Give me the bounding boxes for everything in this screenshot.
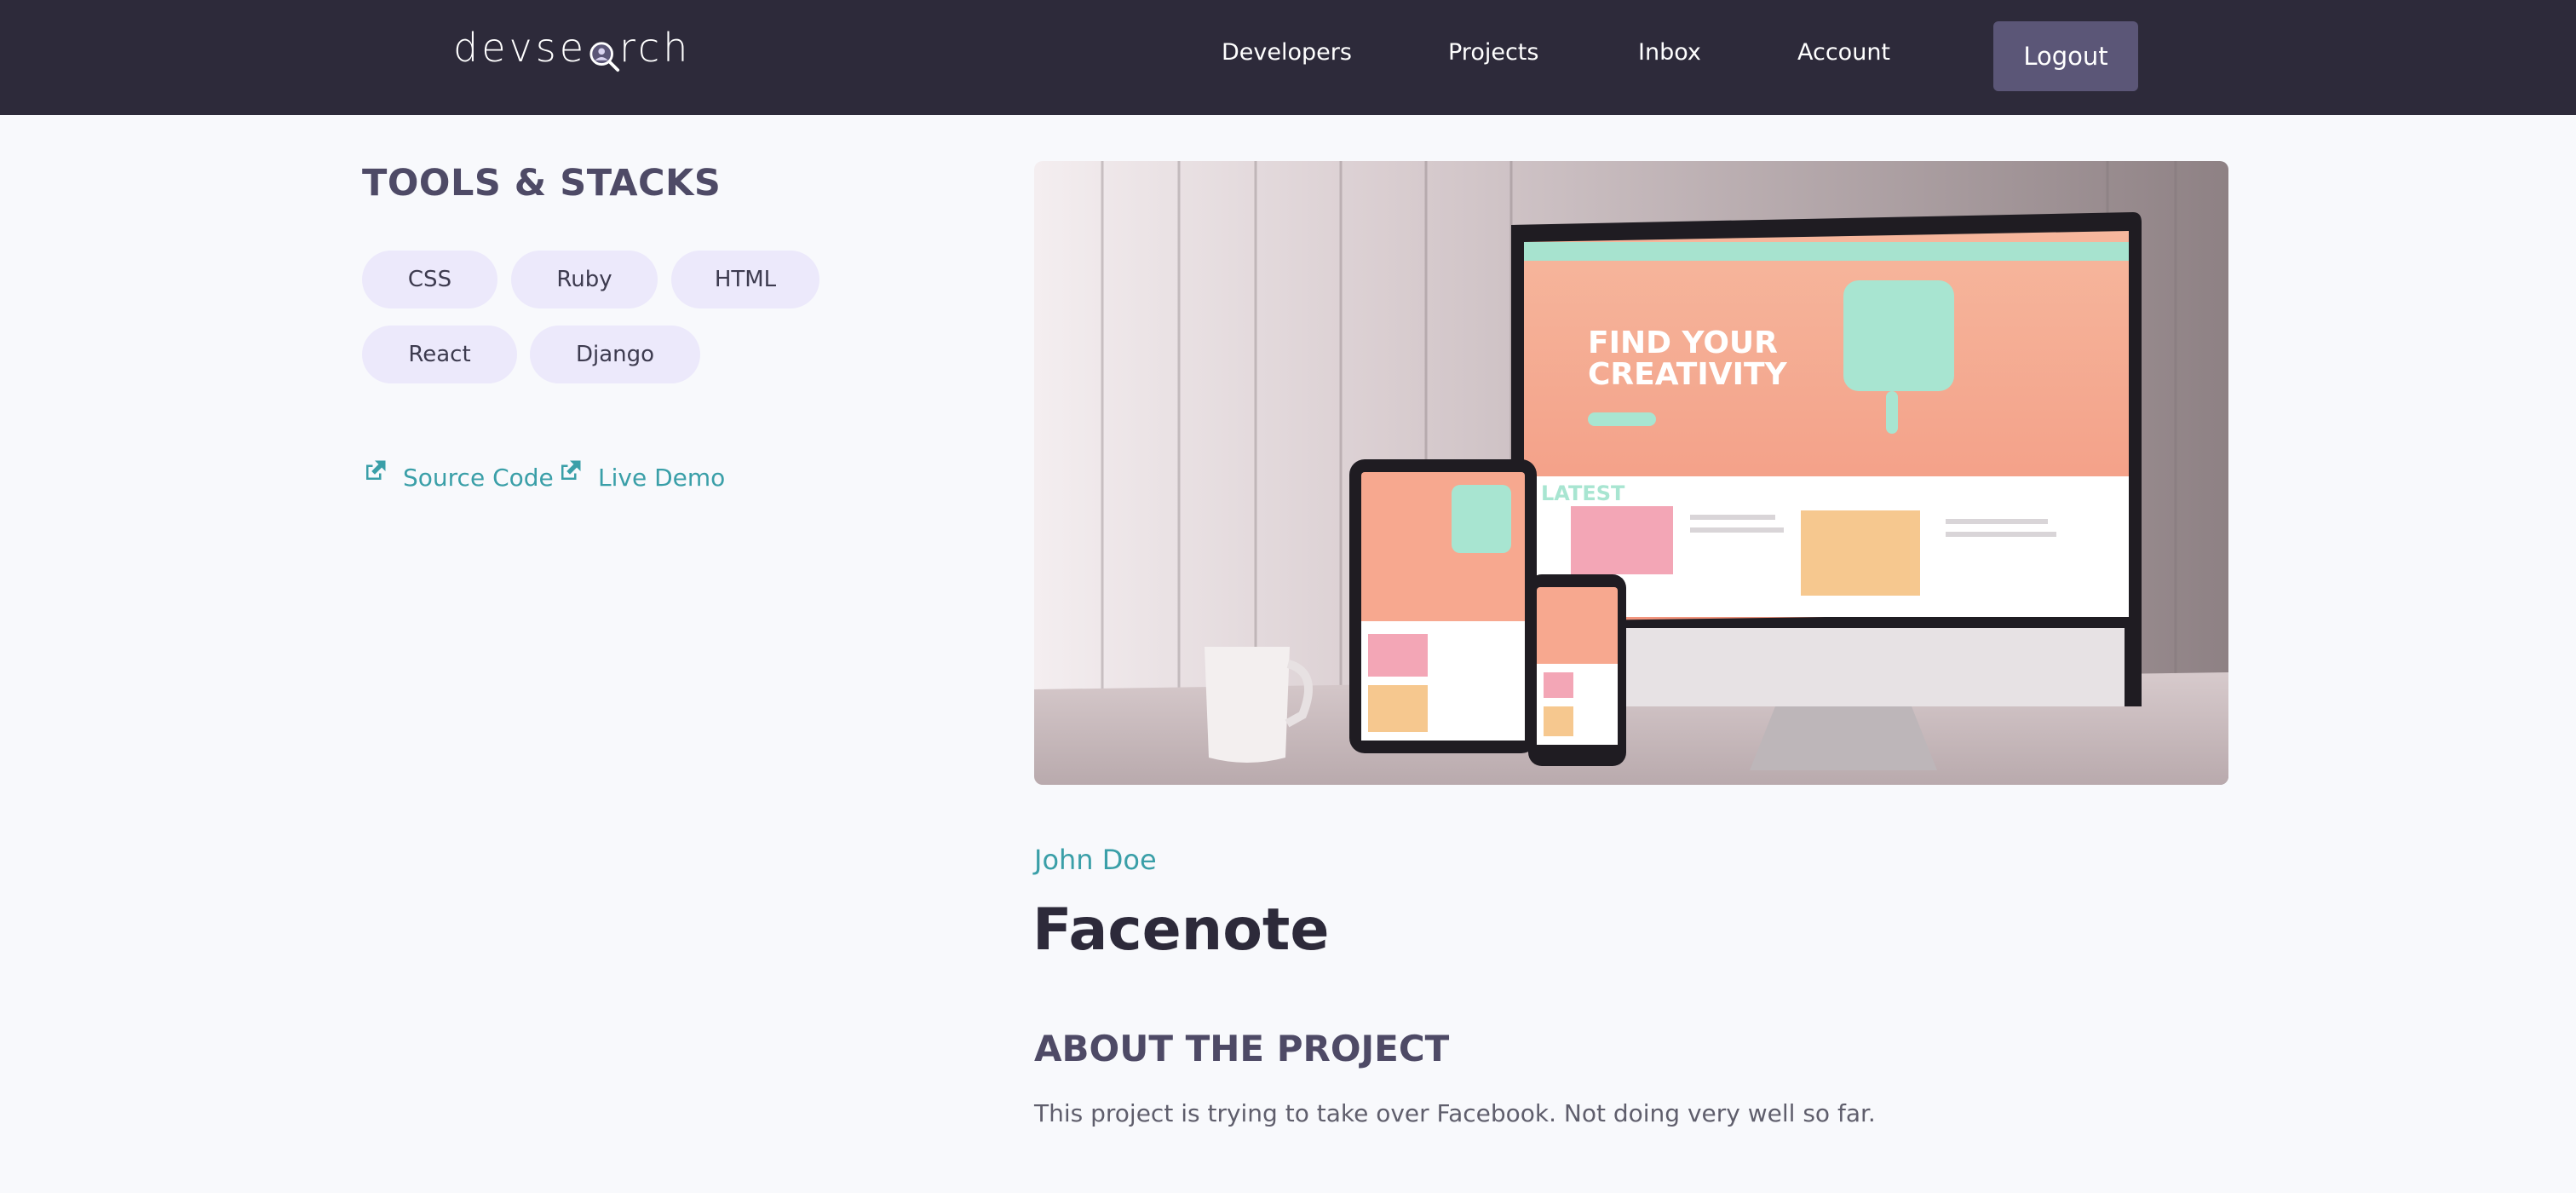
top-nav-bar: devse rch Developers Projects Inbox Acco… [0, 0, 2576, 115]
logout-button[interactable]: Logout [1993, 21, 2138, 91]
external-link-icon [366, 460, 386, 480]
nav-inbox[interactable]: Inbox [1638, 37, 1701, 68]
about-project-text: This project is trying to take over Face… [1034, 1099, 1876, 1127]
about-project-heading: ABOUT THE PROJECT [1034, 1028, 1450, 1069]
logo-text-right: rch [619, 25, 692, 71]
project-thumbnail: FIND YOUR CREATIVITY LATEST [1034, 161, 2228, 785]
logo[interactable]: devse rch [453, 22, 691, 73]
tag-django: Django [530, 326, 700, 383]
tag-ruby: Ruby [511, 251, 658, 308]
mockup-headline-2: CREATIVITY [1588, 357, 1788, 392]
tag-react: React [362, 326, 517, 383]
mockup-headline-1: FIND YOUR [1588, 326, 1778, 360]
external-link-icon [561, 460, 581, 480]
tools-stacks-heading: TOOLS & STACKS [362, 162, 722, 205]
live-demo-link[interactable]: Live Demo [557, 460, 725, 494]
nav-account[interactable]: Account [1797, 37, 1890, 68]
source-code-label: Source Code [403, 463, 554, 492]
magnifier-user-icon [589, 37, 620, 72]
tag-html: HTML [671, 251, 819, 308]
project-author-link[interactable]: John Doe [1034, 844, 1157, 876]
tag-css: CSS [362, 251, 497, 308]
live-demo-label: Live Demo [598, 463, 726, 492]
logo-text-left: devse [453, 25, 587, 71]
source-code-link[interactable]: Source Code [362, 460, 554, 494]
nav-developers[interactable]: Developers [1222, 37, 1352, 68]
project-title: Facenote [1032, 896, 1330, 964]
mockup-section-label: LATEST [1541, 481, 1625, 505]
nav-projects[interactable]: Projects [1448, 37, 1538, 68]
